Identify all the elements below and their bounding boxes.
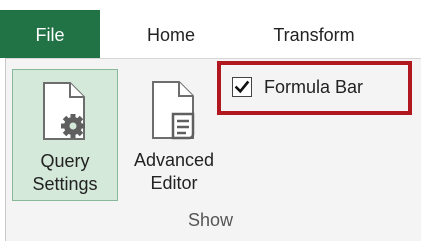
tab-home[interactable]: Home [128,10,214,58]
tab-transform[interactable]: Transform [254,10,374,58]
formula-bar-label[interactable]: Formula Bar [264,74,363,100]
advanced-editor-button[interactable]: Advanced Editor [121,69,227,201]
query-settings-label-line2: Settings [32,174,98,194]
ribbon-tab-strip: File Home Transform [0,0,421,58]
ribbon: File Home Transform Query Settings Advan… [0,0,421,241]
tab-file[interactable]: File [0,10,100,58]
document-scroll-icon [152,81,195,140]
query-settings-button[interactable]: Query Settings [12,69,118,201]
advanced-editor-label-line2: Editor [150,173,198,193]
advanced-editor-label-line1: Advanced [133,150,215,170]
query-settings-label-line1: Query [40,151,90,171]
formula-bar-checkbox[interactable] [232,77,252,97]
show-group-label: Show [187,210,234,230]
checkmark-icon [234,80,250,94]
document-gear-icon [43,82,85,140]
